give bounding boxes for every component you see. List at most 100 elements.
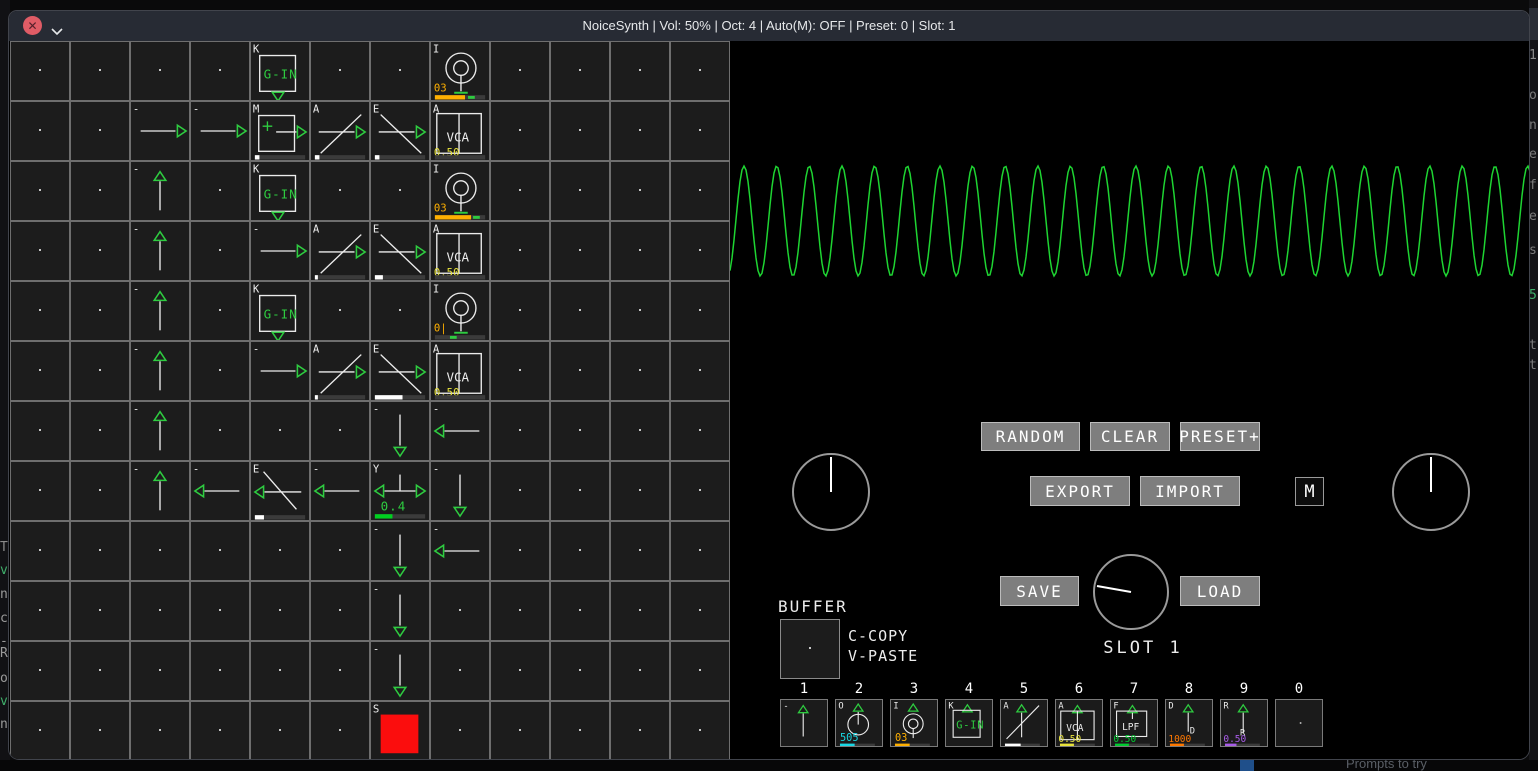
grid-cell[interactable] <box>490 461 550 521</box>
grid-cell[interactable]: - <box>130 101 190 161</box>
grid-cell[interactable] <box>10 101 70 161</box>
grid-cell[interactable] <box>130 641 190 701</box>
grid-cell[interactable]: A <box>310 101 370 161</box>
grid-cell[interactable] <box>10 341 70 401</box>
grid-cell[interactable]: - <box>370 641 430 701</box>
grid-cell[interactable] <box>490 341 550 401</box>
grid-cell[interactable] <box>490 521 550 581</box>
grid-cell[interactable]: - <box>370 401 430 461</box>
palette-item-5[interactable]: A <box>1000 699 1048 747</box>
grid-cell[interactable] <box>190 281 250 341</box>
grid-cell[interactable] <box>70 701 130 760</box>
grid-cell[interactable] <box>370 281 430 341</box>
grid-cell[interactable]: M <box>250 101 310 161</box>
grid-cell[interactable] <box>550 341 610 401</box>
grid-cell[interactable]: AVCA0.50 <box>430 341 490 401</box>
grid-cell[interactable]: - <box>190 101 250 161</box>
grid-cell[interactable] <box>430 641 490 701</box>
grid-cell[interactable]: I03 <box>430 161 490 221</box>
grid-cell[interactable] <box>670 461 730 521</box>
grid-cell[interactable]: I03 <box>430 41 490 101</box>
grid-cell[interactable] <box>610 341 670 401</box>
grid-cell[interactable] <box>310 281 370 341</box>
palette-item-4[interactable]: KG-IN <box>945 699 993 747</box>
buffer-slot[interactable] <box>780 619 840 679</box>
grid-cell[interactable] <box>310 581 370 641</box>
grid-cell[interactable] <box>490 641 550 701</box>
grid-cell[interactable] <box>490 581 550 641</box>
grid-cell[interactable] <box>490 161 550 221</box>
grid-cell[interactable] <box>490 701 550 760</box>
grid-cell[interactable] <box>670 341 730 401</box>
grid-cell[interactable] <box>670 281 730 341</box>
grid-cell[interactable]: E <box>370 221 430 281</box>
grid-cell[interactable] <box>610 401 670 461</box>
grid-cell[interactable]: - <box>130 281 190 341</box>
grid-cell[interactable] <box>490 281 550 341</box>
grid-cell[interactable] <box>550 521 610 581</box>
grid-cell[interactable] <box>670 641 730 701</box>
grid-cell[interactable] <box>10 221 70 281</box>
random-button[interactable]: RANDOM <box>981 422 1080 451</box>
import-button[interactable]: IMPORT <box>1140 476 1240 506</box>
grid-cell[interactable] <box>10 41 70 101</box>
palette-item-7[interactable]: FLPF0.50 <box>1110 699 1158 747</box>
palette-item-6[interactable]: AVCA0.50 <box>1055 699 1103 747</box>
palette-item-8[interactable]: DD1000 <box>1165 699 1213 747</box>
grid-cell[interactable] <box>190 401 250 461</box>
grid-cell[interactable] <box>70 41 130 101</box>
grid-cell[interactable]: KG-IN <box>250 161 310 221</box>
grid-cell[interactable] <box>550 101 610 161</box>
grid-cell[interactable]: AVCA0.50 <box>430 101 490 161</box>
m-toggle-button[interactable]: M <box>1295 477 1324 506</box>
grid-cell[interactable] <box>610 641 670 701</box>
grid-cell[interactable] <box>670 401 730 461</box>
grid-cell[interactable] <box>610 41 670 101</box>
grid-cell[interactable] <box>190 341 250 401</box>
grid-cell[interactable] <box>190 41 250 101</box>
grid-cell[interactable] <box>610 221 670 281</box>
grid-cell[interactable] <box>370 161 430 221</box>
grid-cell[interactable] <box>10 161 70 221</box>
grid-cell[interactable]: KG-IN <box>250 281 310 341</box>
grid-cell[interactable] <box>670 701 730 760</box>
grid-cell[interactable] <box>610 281 670 341</box>
palette-item-0[interactable] <box>1275 699 1323 747</box>
grid-cell[interactable] <box>310 41 370 101</box>
grid-cell[interactable]: A <box>310 221 370 281</box>
grid-cell[interactable]: AVCA0.50 <box>430 221 490 281</box>
grid-cell[interactable] <box>190 161 250 221</box>
grid-cell[interactable] <box>190 701 250 760</box>
grid-cell[interactable] <box>370 41 430 101</box>
grid-cell[interactable] <box>130 701 190 760</box>
grid-cell[interactable]: - <box>250 341 310 401</box>
grid-cell[interactable]: - <box>370 581 430 641</box>
grid-cell[interactable]: - <box>430 401 490 461</box>
grid-cell[interactable] <box>490 41 550 101</box>
grid-cell[interactable]: - <box>370 521 430 581</box>
grid-cell[interactable] <box>70 641 130 701</box>
grid-cell[interactable] <box>250 581 310 641</box>
grid-cell[interactable]: - <box>310 461 370 521</box>
grid-cell[interactable] <box>550 401 610 461</box>
grid-cell[interactable] <box>550 701 610 760</box>
grid-cell[interactable] <box>70 281 130 341</box>
preset-button[interactable]: PRESET+ <box>1180 422 1260 451</box>
grid-cell[interactable]: - <box>130 161 190 221</box>
grid-cell[interactable] <box>310 521 370 581</box>
grid-cell[interactable] <box>670 521 730 581</box>
grid-cell[interactable] <box>610 701 670 760</box>
grid-cell[interactable] <box>610 461 670 521</box>
grid-cell[interactable] <box>310 401 370 461</box>
grid-cell[interactable] <box>250 401 310 461</box>
grid-cell[interactable] <box>190 521 250 581</box>
grid-cell[interactable] <box>550 161 610 221</box>
grid-cell[interactable] <box>10 401 70 461</box>
grid-cell[interactable] <box>430 581 490 641</box>
grid-cell[interactable] <box>610 581 670 641</box>
titlebar[interactable]: ✕ NoiceSynth | Vol: 50% | Oct: 4 | Auto(… <box>9 11 1529 41</box>
grid-cell[interactable] <box>70 161 130 221</box>
grid-cell[interactable] <box>250 701 310 760</box>
grid-cell[interactable] <box>10 581 70 641</box>
grid-cell[interactable] <box>610 101 670 161</box>
